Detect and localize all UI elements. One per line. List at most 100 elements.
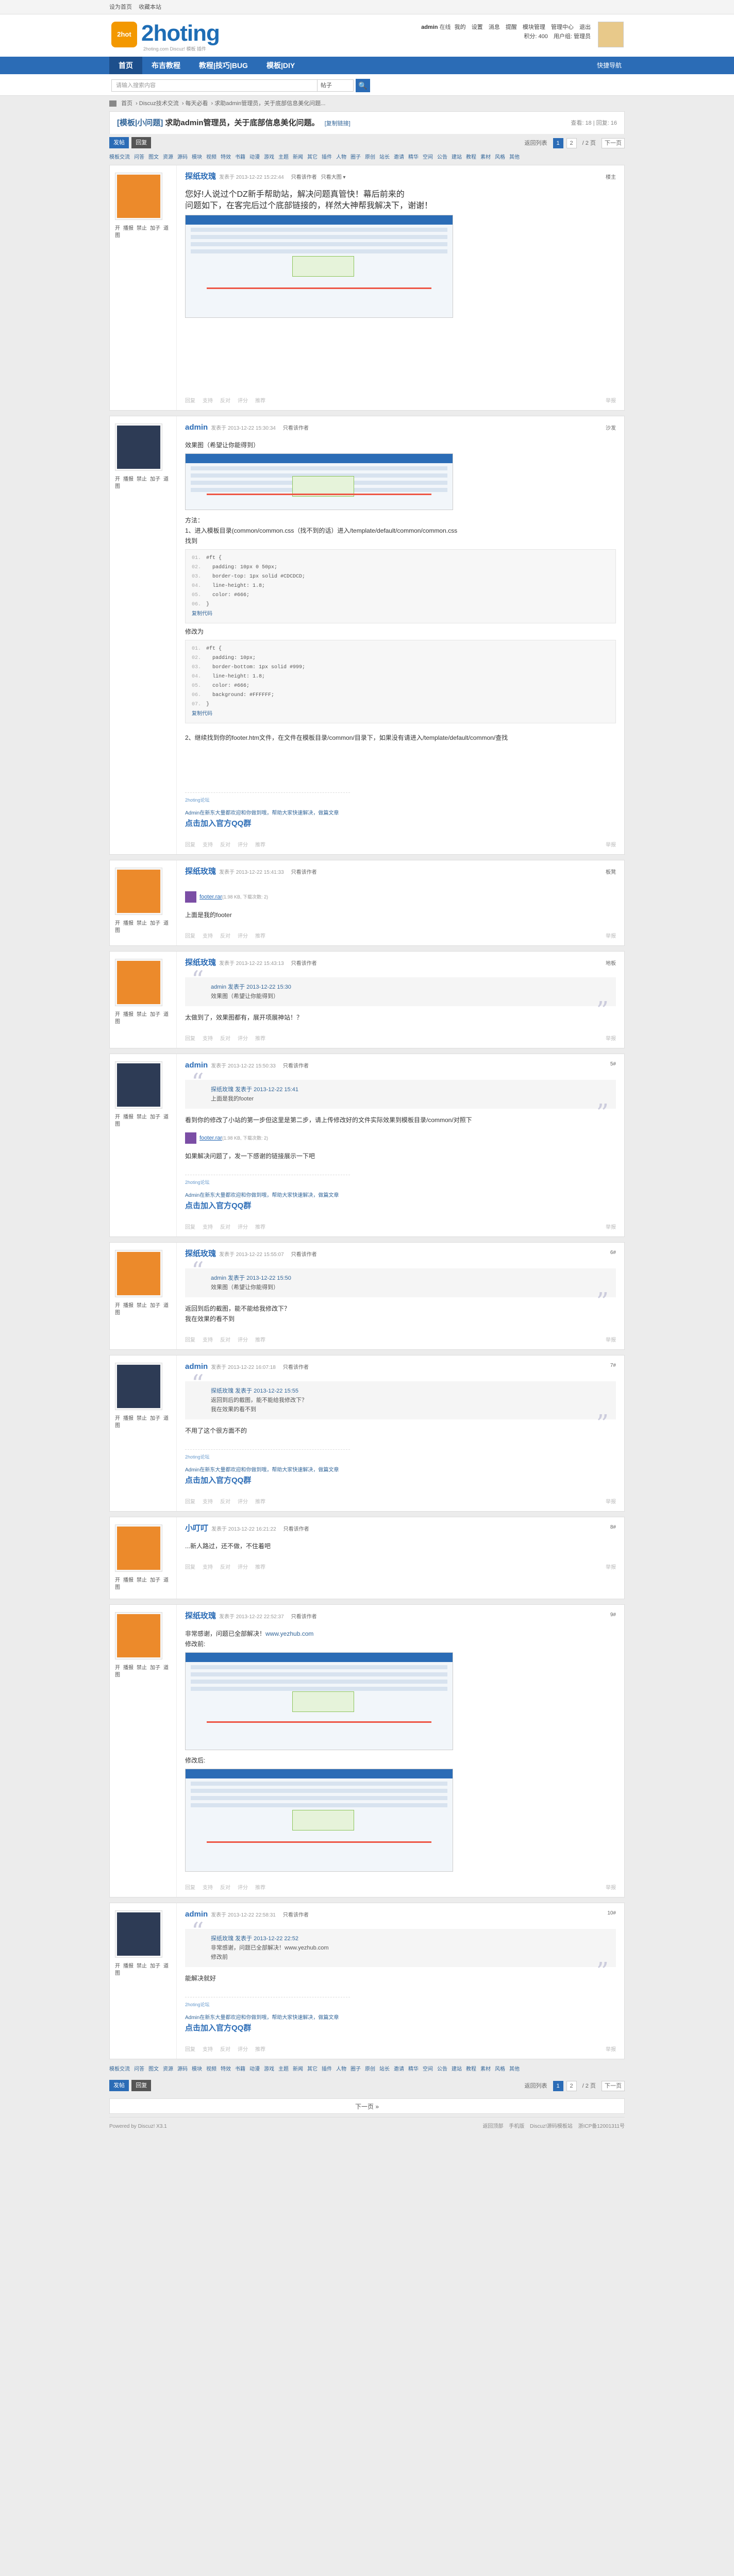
- search-input[interactable]: 请输入搜索内容: [111, 79, 318, 92]
- signature-line[interactable]: Admin在新东大量都欢迎和你做到哦，帮助大家快速解决，做篇文章: [185, 808, 616, 819]
- back-to-list[interactable]: 返回列表: [522, 139, 549, 149]
- avatar[interactable]: [115, 1250, 162, 1297]
- author-action[interactable]: 开: [115, 921, 120, 926]
- author-action[interactable]: 加子: [150, 1665, 160, 1671]
- tag-link[interactable]: 游戏: [264, 2066, 274, 2072]
- post-action-1[interactable]: 支持: [203, 934, 213, 939]
- tag-link[interactable]: 模块: [192, 2066, 202, 2072]
- author-action[interactable]: 播报: [123, 921, 134, 926]
- signature-line[interactable]: Admin在新东大量都欢迎和你做到哦，帮助大家快速解决，做篇文章: [185, 1191, 616, 1201]
- author-action[interactable]: 播报: [123, 1416, 134, 1421]
- user-link-logout[interactable]: 退出: [579, 24, 591, 30]
- site-logo[interactable]: 2hot 2hoting 2hoting.com Discuz! 模板 插件: [111, 20, 225, 52]
- only-author-link[interactable]: 只看该作者: [283, 1912, 309, 1918]
- author-action[interactable]: 开: [115, 477, 120, 482]
- signature-link[interactable]: 2hoting论坛: [185, 1175, 350, 1188]
- author-action[interactable]: 开: [115, 1114, 120, 1120]
- post-action-4[interactable]: 推荐: [255, 1337, 265, 1343]
- author-action[interactable]: 开: [115, 1665, 120, 1671]
- floor-number[interactable]: 6#: [610, 1250, 616, 1256]
- crumb-forum[interactable]: Discuz技术交流: [139, 100, 179, 107]
- tag-link[interactable]: 空间: [423, 2066, 433, 2072]
- view-large-image[interactable]: 只看大图 ▾: [321, 175, 346, 180]
- tag-link[interactable]: 建站: [452, 155, 462, 160]
- thread-category[interactable]: [模板|小问题]: [117, 118, 163, 127]
- tag-link[interactable]: 教程: [466, 2066, 476, 2072]
- copy-link[interactable]: [复制链接]: [325, 121, 351, 127]
- signature-line[interactable]: Admin在新东大量都欢迎和你做到哦，帮助大家快速解决，做篇文章: [185, 1465, 616, 1476]
- tag-link[interactable]: 资源: [163, 155, 173, 160]
- post-action-5[interactable]: 举报: [606, 1883, 616, 1891]
- tag-link[interactable]: 教程: [466, 155, 476, 160]
- post-action-3[interactable]: 评分: [238, 2047, 248, 2053]
- post-action-0[interactable]: 回复: [185, 398, 195, 404]
- tag-link[interactable]: 站长: [379, 2066, 390, 2072]
- author-action[interactable]: 加子: [150, 1114, 160, 1120]
- reply-button[interactable]: 回复: [131, 137, 152, 148]
- author-action[interactable]: 禁止: [137, 477, 147, 482]
- floor-number[interactable]: 10#: [607, 1910, 616, 1916]
- tag-link[interactable]: 动漫: [249, 155, 260, 160]
- quote-source[interactable]: admin 发表于 2013-12-22 15:50: [211, 1274, 608, 1283]
- post-action-1[interactable]: 支持: [203, 842, 213, 848]
- user-link-mine[interactable]: 我的: [455, 24, 466, 30]
- post-action-1[interactable]: 支持: [203, 1337, 213, 1343]
- bottom-next-nav[interactable]: 下一页 »: [109, 2098, 625, 2114]
- post-action-3[interactable]: 评分: [238, 1565, 248, 1570]
- author-action[interactable]: 加子: [150, 921, 160, 926]
- post-action-5[interactable]: 举报: [606, 2045, 616, 2053]
- tag-link[interactable]: 公告: [437, 155, 447, 160]
- author-action[interactable]: 开: [115, 1578, 120, 1583]
- post-action-5[interactable]: 举报: [606, 396, 616, 404]
- attachment-name[interactable]: footer.rar: [199, 1135, 222, 1141]
- avatar[interactable]: [115, 868, 162, 915]
- floor-number[interactable]: 板凳: [606, 868, 616, 875]
- next-page-bottom[interactable]: 下一页: [602, 2081, 625, 2091]
- author-action[interactable]: 播报: [123, 1578, 134, 1583]
- post-action-1[interactable]: 支持: [203, 1565, 213, 1570]
- author-action[interactable]: 加子: [150, 1303, 160, 1309]
- post-action-0[interactable]: 回复: [185, 1225, 195, 1230]
- post-action-2[interactable]: 反对: [220, 842, 230, 848]
- footer-mobile-link[interactable]: 手机版: [509, 2124, 524, 2129]
- author-action[interactable]: 禁止: [137, 1012, 147, 1018]
- tag-link[interactable]: 问答: [134, 2066, 144, 2072]
- author-name[interactable]: admin: [185, 423, 208, 432]
- post-action-5[interactable]: 举报: [606, 1034, 616, 1042]
- author-action[interactable]: 播报: [123, 226, 134, 231]
- nav-template[interactable]: 模板|DIY: [257, 57, 304, 74]
- author-action[interactable]: 播报: [123, 1963, 134, 1969]
- post-action-5[interactable]: 举报: [606, 1497, 616, 1505]
- tag-link[interactable]: 视频: [206, 155, 216, 160]
- only-author-link[interactable]: 只看该作者: [291, 175, 317, 180]
- quote-source[interactable]: 探纸玫瑰 发表于 2013-12-22 15:55: [211, 1386, 608, 1396]
- post-action-1[interactable]: 支持: [203, 1036, 213, 1042]
- author-action[interactable]: 开: [115, 1303, 120, 1309]
- floor-number[interactable]: 沙发: [606, 423, 616, 431]
- post-action-0[interactable]: 回复: [185, 1036, 195, 1042]
- user-link-modules[interactable]: 模块管理: [523, 24, 545, 30]
- avatar[interactable]: [115, 1524, 162, 1572]
- header-avatar[interactable]: [598, 22, 624, 47]
- crumb-thread[interactable]: 求助admin管理员，关于底部信息美化问题...: [214, 100, 325, 107]
- reply-button-bottom[interactable]: 回复: [131, 2080, 152, 2091]
- post-action-4[interactable]: 推荐: [255, 842, 265, 848]
- tag-link[interactable]: 建站: [452, 2066, 462, 2072]
- user-credits[interactable]: 积分: 400: [524, 33, 547, 40]
- tag-link[interactable]: 新闻: [293, 155, 303, 160]
- only-author-link[interactable]: 只看该作者: [283, 1527, 309, 1532]
- post-action-3[interactable]: 评分: [238, 842, 248, 848]
- nav-home[interactable]: 首页: [109, 57, 142, 74]
- post-action-3[interactable]: 评分: [238, 1499, 248, 1505]
- post-action-0[interactable]: 回复: [185, 1885, 195, 1891]
- tag-link[interactable]: 风格: [495, 155, 505, 160]
- post-action-3[interactable]: 评分: [238, 934, 248, 939]
- author-action[interactable]: 加子: [150, 226, 160, 231]
- post-action-2[interactable]: 反对: [220, 1036, 230, 1042]
- signature-link[interactable]: 2hoting论坛: [185, 1997, 350, 2010]
- page-2-bottom[interactable]: 2: [566, 2081, 577, 2091]
- post-action-4[interactable]: 推荐: [255, 1499, 265, 1505]
- post-action-5[interactable]: 举报: [606, 1563, 616, 1570]
- author-action[interactable]: 加子: [150, 477, 160, 482]
- post-action-5[interactable]: 举报: [606, 840, 616, 848]
